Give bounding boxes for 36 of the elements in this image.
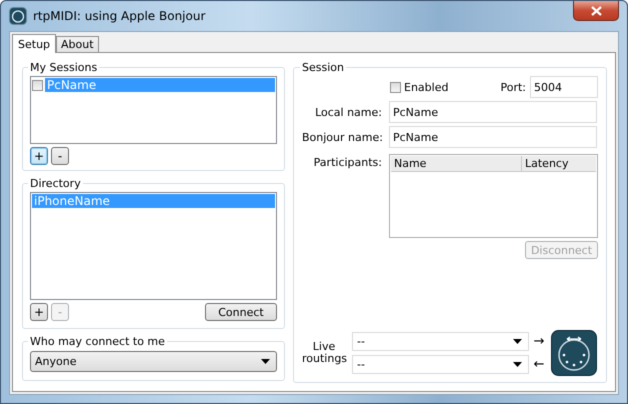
column-header[interactable]: Latency [522, 156, 596, 171]
group-title: Who may connect to me [29, 335, 166, 348]
arrow-label: → [532, 334, 546, 349]
small-button[interactable]: + [30, 303, 48, 321]
checkbox-label: Enabled [404, 80, 448, 94]
tab[interactable]: About [56, 36, 99, 52]
access-dropdown[interactable]: Anyone [30, 351, 277, 372]
connect-button[interactable]: Connect [205, 303, 277, 321]
small-button[interactable]: + [30, 147, 48, 165]
app-icon [9, 7, 27, 25]
port-label: Port: [500, 80, 526, 94]
small-button[interactable]: - [51, 147, 69, 165]
arrow-label: ← [532, 357, 546, 372]
close-icon [590, 6, 602, 16]
field-label: Local name: [314, 106, 382, 118]
window-title: rtpMIDI: using Apple Bonjour [33, 9, 206, 23]
caret-icon [513, 362, 522, 367]
enabled-checkbox[interactable] [390, 82, 401, 92]
port-field[interactable]: 5004 [530, 76, 598, 98]
field-label: Bonjour name: [302, 130, 382, 144]
routing-dropdown[interactable]: -- [352, 355, 529, 374]
name-field[interactable]: PcName [389, 101, 597, 123]
group-title: Directory [29, 177, 82, 190]
routings-label: Live routings [302, 341, 346, 365]
name-field[interactable]: PcName [389, 126, 597, 148]
group-title: Session [301, 61, 345, 74]
checkbox[interactable] [32, 80, 43, 90]
routing-dropdown[interactable]: -- [352, 332, 529, 351]
tab[interactable]: Setup [12, 34, 56, 53]
caret-icon [513, 339, 522, 344]
group-title: My Sessions [29, 61, 98, 74]
caret-icon [261, 359, 270, 364]
field-label: Participants: [312, 156, 382, 169]
midi-port-icon [551, 330, 597, 376]
close-button[interactable] [573, 1, 619, 21]
column-header[interactable]: Name [391, 156, 522, 171]
